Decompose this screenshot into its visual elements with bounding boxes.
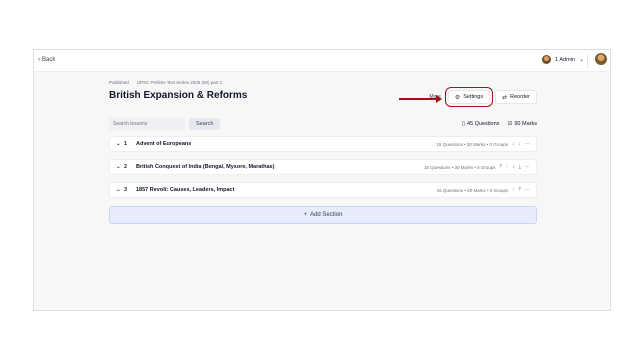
chevron-down-icon: ⌄ — [578, 57, 584, 63]
divider — [587, 54, 588, 68]
section-name: British Conquest of India (Bengal, Mysor… — [136, 164, 275, 170]
more-icon[interactable]: ⋯ — [525, 187, 530, 193]
add-section-label: Add Section — [310, 212, 343, 218]
top-bar: ‹ Back 1 Admin ⌄ — [34, 50, 610, 72]
section-number: 2 — [124, 164, 128, 170]
breadcrumb: Published UPSC Prelims Test Series 2025 … — [109, 80, 537, 85]
section-number: 3 — [124, 187, 128, 193]
header-actions: More ⚙ Settings ⇄ Reorder — [398, 87, 537, 107]
chevron-left-icon: ‹ — [38, 57, 40, 63]
move-down-icon[interactable]: ↓ — [512, 141, 515, 147]
main-content: Published UPSC Prelims Test Series 2025 … — [109, 80, 537, 224]
section-name: Advent of Europeans — [136, 141, 192, 147]
book-icon: ▯ — [461, 121, 466, 127]
admin-menu[interactable]: 1 Admin ⌄ — [542, 55, 584, 64]
search-row: Search ▯ 45 Questions ☑ 90 Marks — [109, 118, 537, 130]
section-tools: ↑ ⤒ ⋯ — [512, 187, 530, 193]
checkbox-icon: ☑ — [507, 121, 513, 127]
marks-count: 90 Marks — [514, 121, 537, 127]
more-icon[interactable]: ⋯ — [525, 141, 530, 147]
chevron-down-icon[interactable]: ⌄ — [116, 141, 124, 147]
move-bottom-icon[interactable]: ↓ — [519, 141, 522, 147]
chevron-down-icon[interactable]: ⌄ — [116, 164, 124, 170]
move-top-icon[interactable]: ⤒ — [500, 164, 502, 170]
section-tools: ⤒ ↑ ↓ ⤓ ⋯ — [500, 164, 530, 170]
section-meta: 15 Questions • 30 Marks • 0 Groups — [423, 164, 496, 170]
section-row[interactable]: ⌄ 1 Advent of Europeans 15 Questions • 3… — [109, 136, 537, 152]
section-meta: 15 Questions • 30 Marks • 0 Groups — [436, 141, 508, 147]
move-up-icon[interactable]: ↑ — [506, 164, 509, 170]
gear-icon: ⚙ — [454, 94, 461, 101]
section-list: ⌄ 1 Advent of Europeans 15 Questions • 3… — [109, 136, 537, 198]
app-frame: ‹ Back 1 Admin ⌄ Published UPSC Prelims … — [33, 49, 611, 311]
section-tools: ↓ ↓ ⋯ — [512, 141, 530, 147]
breadcrumb-path[interactable]: UPSC Prelims Test Series 2025 (00) part … — [137, 80, 222, 85]
more-icon[interactable]: ⋯ — [525, 164, 530, 170]
reorder-label: Reorder — [510, 94, 530, 100]
marks-stat: ☑ 90 Marks — [507, 121, 537, 127]
questions-count: 45 Questions — [467, 121, 500, 127]
reorder-button[interactable]: ⇄ Reorder — [495, 90, 537, 104]
user-avatar[interactable] — [595, 53, 607, 65]
move-top-icon[interactable]: ⤒ — [519, 187, 521, 193]
add-section-button[interactable]: + Add Section — [109, 206, 537, 224]
stats: ▯ 45 Questions ☑ 90 Marks — [462, 121, 537, 127]
search-input[interactable] — [109, 118, 185, 130]
chevron-down-icon[interactable]: ⌄ — [116, 187, 124, 193]
back-label: Back — [42, 57, 56, 63]
section-row[interactable]: ⌄ 2 British Conquest of India (Bengal, M… — [109, 159, 537, 175]
status-badge: Published — [109, 80, 129, 85]
questions-stat: ▯ 45 Questions — [462, 121, 499, 127]
settings-label: Settings — [463, 94, 484, 100]
section-row[interactable]: ⌄ 3 1857 Revolt: Causes, Leaders, Impact… — [109, 182, 537, 198]
section-name: 1857 Revolt: Causes, Leaders, Impact — [136, 187, 235, 193]
settings-button[interactable]: ⚙ Settings — [398, 87, 494, 107]
move-bottom-icon[interactable]: ⤓ — [519, 164, 521, 170]
move-down-icon[interactable]: ↓ — [512, 164, 515, 170]
annotation-arrow — [398, 95, 442, 103]
move-up-icon[interactable]: ↑ — [512, 187, 515, 193]
back-button[interactable]: ‹ Back — [38, 57, 55, 63]
search-group: Search — [109, 118, 221, 130]
reorder-icon: ⇄ — [502, 94, 508, 101]
admin-avatar — [542, 55, 552, 64]
section-number: 1 — [124, 141, 128, 147]
plus-icon: + — [303, 212, 308, 218]
search-button[interactable]: Search — [189, 118, 221, 130]
admin-label: 1 Admin — [555, 56, 575, 63]
section-meta: 15 Questions • 30 Marks • 0 Groups — [436, 187, 509, 193]
